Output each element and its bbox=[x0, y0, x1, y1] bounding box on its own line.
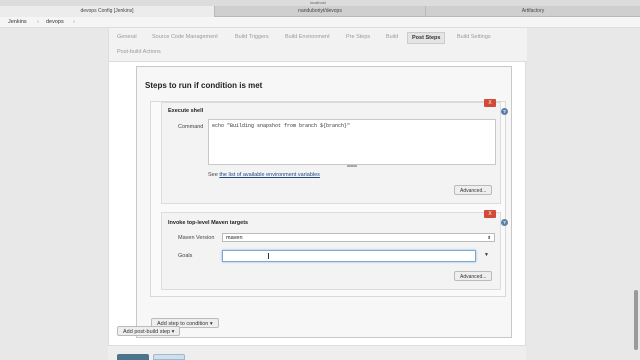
breadcrumb-separator: › bbox=[37, 19, 39, 25]
section-title: Steps to run if condition is met bbox=[145, 81, 263, 90]
maven-step-heading: Invoke top-level Maven targets bbox=[168, 220, 249, 226]
dropdown-caret-icon: ▾ bbox=[171, 329, 175, 335]
goals-input[interactable] bbox=[222, 250, 476, 262]
tab-build-triggers[interactable]: Build Triggers bbox=[235, 34, 269, 40]
window-title: localhost bbox=[310, 0, 326, 5]
add-post-build-step-button[interactable]: Add post-build step ▾ bbox=[117, 326, 181, 336]
tab-post-steps[interactable]: Post Steps bbox=[407, 32, 446, 44]
execute-shell-step: Execute shell X ? Command echo "Building… bbox=[161, 99, 508, 204]
breadcrumb-separator[interactable]: › bbox=[73, 17, 75, 28]
execute-shell-heading: Execute shell bbox=[168, 108, 204, 114]
command-label: Command bbox=[178, 124, 204, 130]
command-value: echo "Building snapshot from branch ${br… bbox=[212, 123, 351, 129]
tab-post-build-actions[interactable]: Post-build Actions bbox=[117, 49, 161, 55]
maven-version-label: Maven Version bbox=[178, 235, 215, 241]
help-icon[interactable]: ? bbox=[501, 108, 508, 115]
command-textarea[interactable]: echo "Building snapshot from branch ${br… bbox=[208, 119, 496, 165]
tab-general[interactable]: General bbox=[117, 34, 137, 40]
delete-shell-step-button[interactable]: X bbox=[484, 99, 496, 107]
textarea-resize-handle[interactable] bbox=[347, 165, 357, 167]
browser-tab-github[interactable]: nanduboriyt/devops bbox=[215, 6, 426, 17]
conditional-steps-section: Steps to run if condition is met Execute… bbox=[136, 66, 512, 338]
steps-container: Execute shell X ? Command echo "Building… bbox=[150, 99, 508, 297]
browser-tab-jenkins[interactable]: devops Config [Jenkins] bbox=[0, 6, 215, 17]
tab-build-environment[interactable]: Build Environment bbox=[285, 34, 330, 40]
text-cursor-icon bbox=[268, 253, 272, 259]
maven-version-select[interactable]: maven ⬍ bbox=[222, 233, 495, 242]
shell-advanced-button[interactable]: Advanced... bbox=[454, 185, 493, 195]
select-arrows-icon: ⬍ bbox=[487, 235, 491, 240]
apply-button[interactable] bbox=[153, 354, 185, 360]
browser-tab-bar: devops Config [Jenkins] nanduboriyt/devo… bbox=[0, 6, 640, 17]
breadcrumb-devops[interactable]: devops bbox=[46, 17, 64, 28]
config-tabs: General Source Code Management Build Tri… bbox=[109, 28, 527, 62]
breadcrumb-jenkins[interactable]: Jenkins bbox=[8, 17, 27, 28]
help-icon[interactable]: ? bbox=[501, 219, 508, 226]
delete-maven-step-button[interactable]: X bbox=[484, 210, 496, 218]
page-scrollbar[interactable] bbox=[634, 290, 638, 350]
config-panel: General Source Code Management Build Tri… bbox=[108, 28, 527, 360]
tab-build-settings[interactable]: Build Settings bbox=[457, 34, 491, 40]
maven-step: Invoke top-level Maven targets X ? Maven… bbox=[161, 210, 508, 290]
maven-advanced-button[interactable]: Advanced... bbox=[454, 271, 493, 281]
goals-label: Goals bbox=[178, 253, 193, 259]
browser-tab-artifactory[interactable]: Artifactory bbox=[426, 6, 640, 17]
save-button[interactable] bbox=[117, 354, 149, 360]
env-vars-hint: See the list of available environment va… bbox=[208, 172, 320, 178]
expand-goals-icon[interactable]: ▼ bbox=[484, 252, 489, 258]
browser-tab-label: nanduboriyt/devops bbox=[298, 8, 342, 14]
add-post-build-label: Add post-build step bbox=[123, 329, 171, 335]
breadcrumb: Jenkins › devops › bbox=[0, 17, 640, 28]
tab-build[interactable]: Build bbox=[386, 34, 398, 40]
see-prefix: See bbox=[208, 172, 220, 178]
browser-tab-label: devops Config [Jenkins] bbox=[80, 8, 134, 14]
maven-version-value: maven bbox=[226, 235, 243, 241]
tab-source-code-management[interactable]: Source Code Management bbox=[152, 34, 218, 40]
browser-tab-label: Artifactory bbox=[521, 8, 545, 14]
dropdown-caret-icon: ▾ bbox=[209, 321, 213, 327]
env-vars-link[interactable]: the list of available environment variab… bbox=[219, 172, 320, 178]
tab-pre-steps[interactable]: Pre Steps bbox=[346, 34, 370, 40]
